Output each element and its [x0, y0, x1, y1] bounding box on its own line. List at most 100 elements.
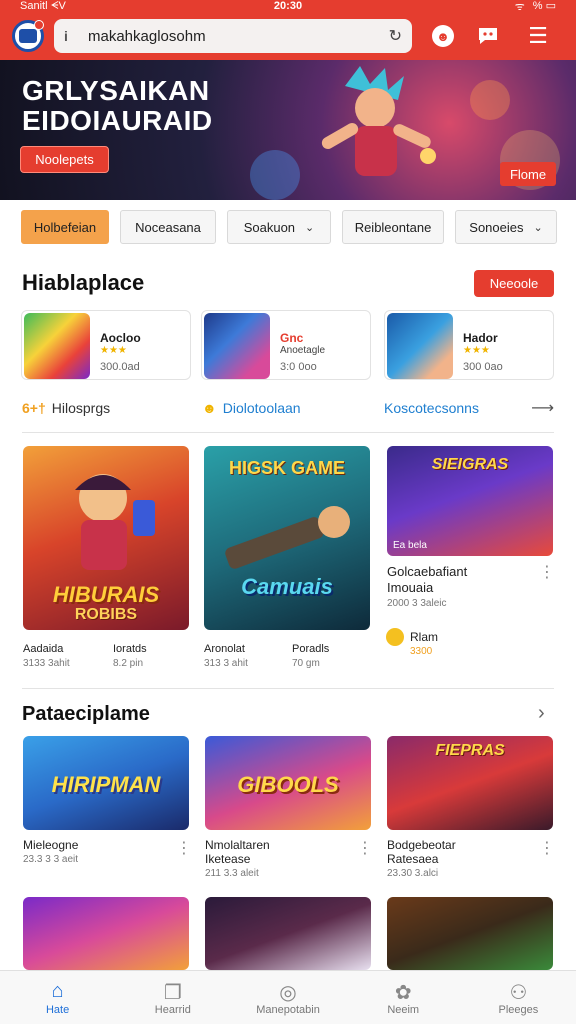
- more-options-icon[interactable]: ⋮: [539, 841, 555, 857]
- reload-icon[interactable]: ↻: [389, 26, 402, 46]
- filter-row: 6+† Hilosprgs ☻ Diolotoolaan Koscotecsonns…: [0, 395, 576, 421]
- clock: 20:30: [273, 0, 303, 12]
- game-meta: 3300: [410, 646, 433, 657]
- chip-soakuon[interactable]: Soakuon ⌄: [227, 210, 331, 244]
- logo-mark: [19, 29, 37, 43]
- game-title: Golcaebafiant: [387, 564, 468, 579]
- game-card[interactable]: SIEIGRAS Ea bela: [387, 446, 553, 556]
- chip-label: Reibleontane: [354, 219, 432, 235]
- menu-icon[interactable]: ☰: [524, 22, 552, 50]
- game-meta: 313 3 ahit: [204, 658, 248, 669]
- weapon-art: [225, 506, 350, 569]
- featured-card[interactable]: Gnc Anoetagle 3:0 0oo: [201, 310, 371, 380]
- hero-banner[interactable]: GRLYSAIKAN EIDOIAURAID Noolepets Flome: [0, 60, 576, 200]
- game-title: Imouaia: [387, 580, 434, 595]
- info-icon[interactable]: i: [64, 28, 78, 44]
- game-card[interactable]: HIGSK GAME Camuais: [204, 446, 370, 630]
- game-card[interactable]: [387, 897, 553, 970]
- nav-label: Pleeges: [498, 1003, 539, 1016]
- chat-icon[interactable]: [474, 22, 502, 50]
- chip-label: Noceasana: [135, 219, 201, 235]
- book-icon: ❐: [163, 981, 182, 1004]
- arrow-right-icon[interactable]: ⟶: [531, 398, 554, 418]
- game-meta: 2000 3 3aleic: [387, 598, 447, 609]
- game-title: Mieleogne: [23, 838, 79, 852]
- featured-card[interactable]: Hador ★★★ 300 0ao: [384, 310, 554, 380]
- divider: [22, 688, 554, 689]
- hero-title-line: GRLYSAIKAN: [22, 75, 210, 106]
- carrier-label: Sanitl ᗕV: [20, 0, 66, 12]
- game-card-title: SIEIGRAS: [431, 456, 509, 473]
- game-title: Aadaida: [23, 643, 64, 655]
- game-thumbnail: [24, 313, 90, 379]
- game-card[interactable]: FIEPRAS: [387, 736, 553, 830]
- hero-cta-button[interactable]: Noolepets: [20, 146, 109, 173]
- nav-label: Hearrid: [154, 1003, 191, 1016]
- hero-corner-button[interactable]: Flome: [500, 162, 556, 186]
- chip-sonoeies[interactable]: Sonoeies ⌄: [455, 210, 557, 244]
- game-name: Aocloo: [100, 331, 141, 345]
- chip-label: Sonoeies: [469, 219, 524, 235]
- more-options-icon[interactable]: ⋮: [539, 565, 555, 581]
- url-bar[interactable]: i makahkaglosohm ↻: [54, 19, 412, 53]
- nav-label: Manepotabin: [256, 1003, 320, 1016]
- chip-holbefeian[interactable]: Holbefeian: [21, 210, 109, 244]
- game-title: Ioratds: [113, 643, 147, 655]
- game-title: Aronolat: [204, 643, 245, 655]
- game-card[interactable]: [23, 897, 189, 970]
- nav-home[interactable]: ⌂ Hate: [0, 971, 115, 1024]
- game-meta: 211 3.3 aleit: [205, 868, 259, 879]
- url-text[interactable]: makahkaglosohm: [88, 28, 389, 45]
- featured-more-button[interactable]: Neeoole: [474, 270, 554, 297]
- chip-noceasana[interactable]: Noceasana: [120, 210, 216, 244]
- game-meta: 8.2 pin: [113, 658, 144, 669]
- camera-icon: ◎: [279, 981, 297, 1004]
- profile-icon[interactable]: ☻: [432, 25, 454, 47]
- game-meta: 300 0ao: [463, 361, 503, 373]
- nav-neeim[interactable]: ✿ Neeim: [346, 971, 461, 1024]
- filter-diolotoolaan[interactable]: ☻ Diolotoolaan: [202, 400, 384, 416]
- game-title: Iketease: [205, 852, 251, 866]
- chip-label: Holbefeian: [33, 219, 97, 235]
- game-card[interactable]: HIBURAIS ROBIBS: [23, 446, 189, 630]
- game-meta: 70 gm: [292, 658, 320, 669]
- game-name: Gnc: [280, 331, 304, 345]
- nav-label: Hate: [45, 1003, 70, 1016]
- game-name: Hador: [463, 331, 498, 345]
- rating-stars: ★★★: [100, 345, 127, 356]
- game-meta: 3133 3ahit: [23, 658, 70, 669]
- chevron-right-icon[interactable]: ›: [538, 702, 545, 725]
- category-chips: Holbefeian Noceasana Soakuon ⌄ Reibleonta…: [0, 210, 576, 246]
- chevron-down-icon: ⌄: [533, 221, 543, 234]
- rating-stars: ★★★: [463, 345, 490, 356]
- game-thumbnail: [204, 313, 270, 379]
- status-bar: Sanitl ᗕV 20:30 ᯤ % ▭: [0, 0, 576, 13]
- flower-icon: ✿: [394, 981, 412, 1004]
- nav-label: Neeim: [387, 1003, 420, 1016]
- game-card-title: HIRIPMAN: [51, 772, 161, 797]
- filter-label: Diolotoolaan: [222, 400, 301, 416]
- more-options-icon[interactable]: ⋮: [357, 841, 373, 857]
- more-options-icon[interactable]: ⋮: [176, 841, 192, 857]
- game-title: Poradls: [292, 643, 330, 655]
- featured-section-title: Hiablaplace: [22, 270, 145, 295]
- emoji-icon: [386, 628, 404, 646]
- nav-pleeges[interactable]: ⚇ Pleeges: [461, 971, 576, 1024]
- nav-hearrid[interactable]: ❐ Hearrid: [115, 971, 230, 1024]
- chip-reibleontane[interactable]: Reibleontane: [342, 210, 444, 244]
- game-card-subtitle: ROBIBS: [74, 606, 138, 623]
- app-logo[interactable]: [12, 20, 44, 52]
- hero-title: GRLYSAIKAN EIDOIAURAID: [22, 76, 213, 136]
- filter-hilosprgs[interactable]: 6+† Hilosprgs: [22, 400, 202, 416]
- hero-glow: [250, 150, 300, 200]
- game-thumbnail: [387, 313, 453, 379]
- nav-manepotabin[interactable]: ◎ Manepotabin: [230, 971, 345, 1024]
- game-card[interactable]: HIRIPMAN: [23, 736, 189, 830]
- game-card[interactable]: [205, 897, 371, 970]
- filter-koscotecsonns[interactable]: Koscotecsonns: [384, 400, 531, 416]
- game-card-title: GIBOOLS: [237, 772, 339, 797]
- game-card[interactable]: GIBOOLS: [205, 736, 371, 830]
- chevron-down-icon: ⌄: [305, 221, 315, 234]
- hero-character-image: [321, 66, 436, 176]
- featured-card[interactable]: Aocloo ★★★ 300.0ad: [21, 310, 191, 380]
